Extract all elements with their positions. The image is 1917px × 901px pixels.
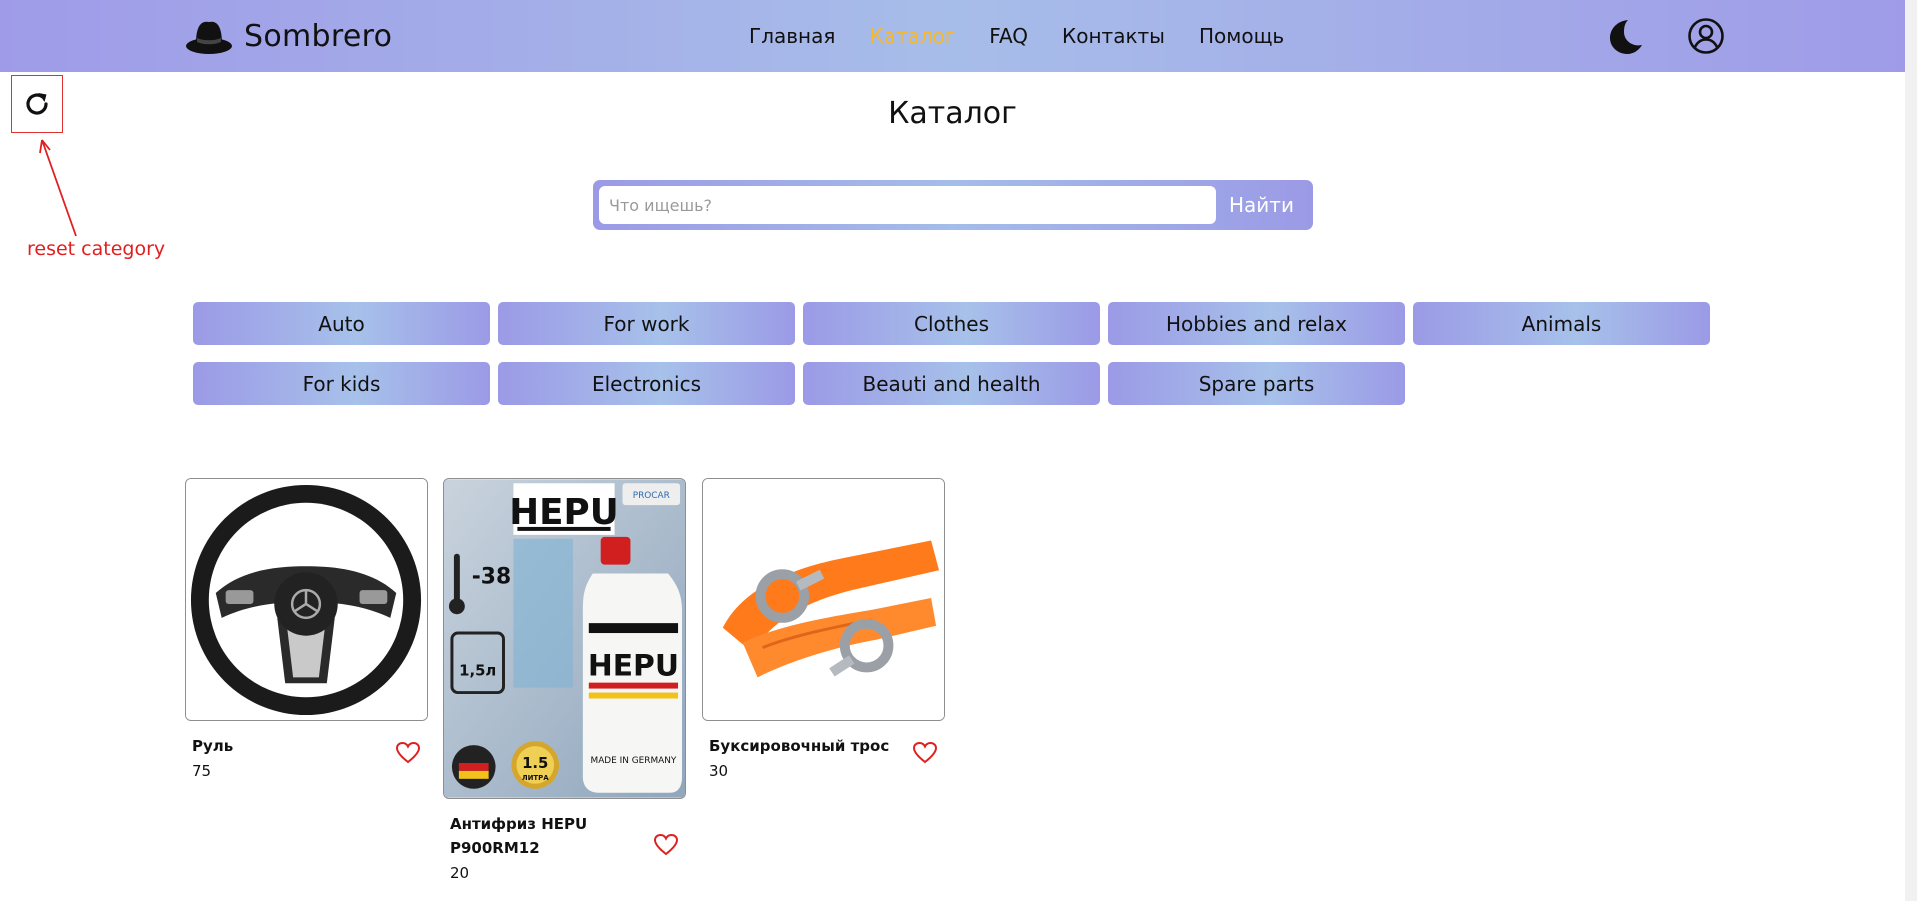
nav-help[interactable]: Помощь	[1199, 24, 1284, 48]
search-input[interactable]	[599, 186, 1216, 224]
hat-icon	[186, 21, 232, 54]
page-title: Каталог	[888, 96, 1017, 131]
heart-icon[interactable]	[395, 741, 421, 765]
category-beauty-health[interactable]: Beauti and health	[803, 362, 1100, 405]
volume-label: 1,5л	[459, 662, 496, 680]
product-card: Буксировочный трос 30	[702, 478, 945, 780]
annotation-label: reset category	[27, 238, 166, 260]
category-list: Auto For work Clothes Hobbies and relax …	[193, 302, 1713, 405]
page-scrollbar[interactable]	[1905, 0, 1917, 901]
logo[interactable]: Sombrero	[184, 16, 392, 56]
product-image[interactable]	[702, 478, 945, 721]
hepu-logo: HEPU	[509, 492, 618, 533]
steering-wheel-image	[186, 479, 427, 720]
category-for-kids[interactable]: For kids	[193, 362, 490, 405]
product-name: Буксировочный трос	[709, 734, 889, 758]
profile-button[interactable]	[1687, 17, 1725, 55]
search-button[interactable]: Найти	[1216, 186, 1307, 224]
moon-icon	[1610, 20, 1642, 54]
category-hobbies[interactable]: Hobbies and relax	[1108, 302, 1405, 345]
category-auto[interactable]: Auto	[193, 302, 490, 345]
nav-faq[interactable]: FAQ	[989, 24, 1028, 48]
main-nav: Главная Каталог FAQ Контакты Помощь	[749, 24, 1284, 48]
product-name-line: Буксировочный трос	[709, 737, 890, 755]
product-image[interactable]	[185, 478, 428, 721]
category-for-work[interactable]: For work	[498, 302, 795, 345]
tow-strap-image	[703, 479, 944, 720]
heart-icon[interactable]	[653, 833, 679, 857]
antifreeze-bottle-image: HEPU PROCAR -38 1,5л HEPU MADE IN GERMAN…	[444, 479, 685, 798]
nav-home[interactable]: Главная	[749, 24, 835, 48]
heart-icon[interactable]	[912, 741, 938, 765]
product-card: Руль 75	[185, 478, 428, 780]
nav-contacts[interactable]: Контакты	[1062, 24, 1165, 48]
user-circle-icon	[1688, 18, 1724, 54]
product-name-line: Антифриз HEPU	[450, 815, 588, 833]
product-name-line: Руль	[192, 737, 234, 755]
product-image[interactable]: HEPU PROCAR -38 1,5л HEPU MADE IN GERMAN…	[443, 478, 686, 799]
product-name-line: P900RM12	[450, 839, 540, 857]
volume-seal-unit: ЛИТРА	[522, 774, 549, 782]
product-card: HEPU PROCAR -38 1,5л HEPU MADE IN GERMAN…	[443, 478, 686, 882]
procar-badge: PROCAR	[633, 491, 670, 501]
category-electronics[interactable]: Electronics	[498, 362, 795, 405]
bottle-brand-label: HEPU	[588, 649, 679, 684]
category-clothes[interactable]: Clothes	[803, 302, 1100, 345]
theme-toggle-button[interactable]	[1604, 16, 1644, 56]
logo-text: Sombrero	[244, 18, 393, 54]
product-price: 30	[709, 762, 729, 780]
product-price: 20	[450, 864, 470, 882]
annotation-arrow	[39, 139, 77, 237]
product-name: Антифриз HEPU P900RM12	[450, 812, 587, 860]
category-animals[interactable]: Animals	[1413, 302, 1710, 345]
bottle-tag: MADE IN GERMANY	[591, 756, 677, 766]
nav-catalog[interactable]: Каталог	[869, 24, 955, 48]
search-bar: Найти	[593, 180, 1313, 230]
category-spare-parts[interactable]: Spare parts	[1108, 362, 1405, 405]
temperature-label: -38	[472, 564, 511, 589]
volume-seal: 1.5	[522, 754, 548, 772]
product-name: Руль	[192, 734, 233, 758]
top-navbar: Sombrero Главная Каталог FAQ Контакты По…	[0, 0, 1905, 72]
product-price: 75	[192, 762, 212, 780]
